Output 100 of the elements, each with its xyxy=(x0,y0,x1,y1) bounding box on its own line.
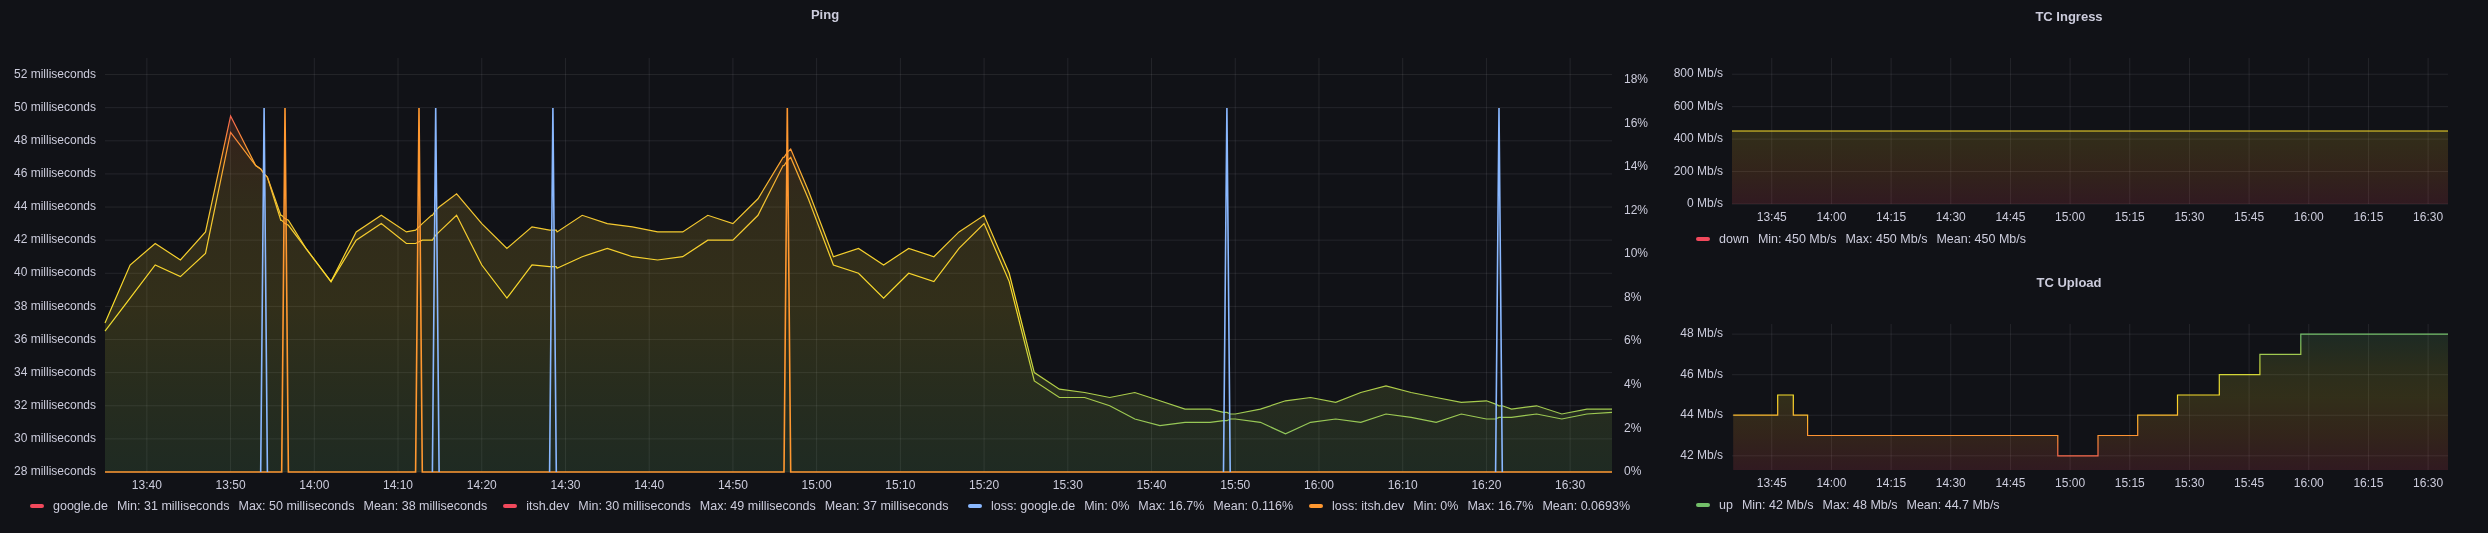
axis-label: 13:45 xyxy=(1756,210,1787,225)
axis-label: 32 milliseconds xyxy=(13,397,96,412)
panel-title: TC Ingress xyxy=(2035,8,2103,24)
axis-label: 14:45 xyxy=(1995,210,2026,225)
axis-label: 16:20 xyxy=(1471,478,1502,492)
axis-label: 14:45 xyxy=(1995,476,2026,491)
axis-label: 15:40 xyxy=(1136,478,1167,492)
axis-label: 15:10 xyxy=(885,478,916,492)
legend-label[interactable]: up xyxy=(1719,498,1733,512)
axis-label: 44 Mb/s xyxy=(1680,407,1723,422)
axis-label: 10% xyxy=(1624,246,1649,261)
axis-label: 15:50 xyxy=(1220,478,1251,492)
axis-label: 14:00 xyxy=(299,478,330,492)
axis-label: 16:00 xyxy=(2293,210,2324,225)
axis-label: 28 milliseconds xyxy=(13,464,96,479)
axis-label: 15:45 xyxy=(2234,476,2265,491)
legend-label[interactable]: loss: itsh.dev xyxy=(1332,499,1405,513)
axis-label: 4% xyxy=(1624,377,1642,391)
legend-label[interactable]: google.de xyxy=(53,499,108,513)
axis-label: 15:15 xyxy=(2114,210,2145,225)
axis-label: 200 Mb/s xyxy=(1673,163,1723,178)
axis-label: 14:15 xyxy=(1876,210,1907,225)
axis-label: 15:30 xyxy=(2174,476,2205,491)
legend-stat: Min: 450 Mb/s xyxy=(1757,232,1837,246)
legend-stat: Max: 16.7% xyxy=(1138,499,1205,513)
axis-label: 34 milliseconds xyxy=(13,364,96,379)
axis-label: 15:45 xyxy=(2234,210,2265,225)
legend-stat: Min: 30 milliseconds xyxy=(578,499,691,513)
axis-label: 16:30 xyxy=(2413,210,2444,225)
axis-label: 15:00 xyxy=(2055,476,2086,491)
axis-label: 0 Mb/s xyxy=(1687,196,1723,211)
legend-stat: Min: 42 Mb/s xyxy=(1741,498,1814,512)
axis-label: 16% xyxy=(1624,115,1649,130)
legend-stat: Mean: 44.7 Mb/s xyxy=(1906,498,2000,512)
axis-label: 16:10 xyxy=(1387,478,1418,492)
axis-label: 800 Mb/s xyxy=(1673,66,1723,81)
axis-label: 14:00 xyxy=(1816,210,1847,225)
axis-label: 14:30 xyxy=(1935,210,1966,225)
legend-stat: Mean: 0.116% xyxy=(1213,499,1293,513)
axis-label: 15:30 xyxy=(2174,210,2205,225)
axis-label: 2% xyxy=(1624,420,1642,435)
axis-label: 12% xyxy=(1624,202,1649,217)
axis-label: 8% xyxy=(1624,289,1642,304)
axis-label: 16:15 xyxy=(2353,476,2384,491)
axis-label: 14:40 xyxy=(634,478,665,492)
axis-label: 52 milliseconds xyxy=(13,66,96,81)
axis-label: 30 milliseconds xyxy=(13,431,96,446)
axis-label: 14% xyxy=(1624,159,1649,174)
axis-label: 16:00 xyxy=(1303,478,1334,492)
axis-label: 15:00 xyxy=(2055,210,2086,225)
axis-label: 14:15 xyxy=(1876,476,1907,491)
legend-stat: Mean: 38 milliseconds xyxy=(363,499,488,513)
axis-label: 48 Mb/s xyxy=(1680,326,1723,341)
legend-stat: Max: 48 Mb/s xyxy=(1822,498,1898,512)
axis-label: 16:15 xyxy=(2353,210,2384,225)
axis-label: 6% xyxy=(1624,333,1642,348)
axis-label: 15:20 xyxy=(969,478,1000,492)
axis-label: 14:20 xyxy=(466,478,497,492)
legend-label[interactable]: loss: google.de xyxy=(991,499,1076,513)
legend-stat: Max: 49 milliseconds xyxy=(699,499,816,513)
axis-label: 13:45 xyxy=(1756,476,1787,491)
axis-label: 14:50 xyxy=(717,478,748,492)
legend-stat: Max: 16.7% xyxy=(1467,499,1534,513)
axis-label: 42 milliseconds xyxy=(13,232,96,247)
axis-label: 14:10 xyxy=(383,478,414,492)
axis-label: 14:00 xyxy=(1816,476,1847,491)
legend-stat: Mean: 0.0693% xyxy=(1542,499,1630,513)
legend-stat: Min: 0% xyxy=(1413,499,1459,513)
panel-title: Ping xyxy=(810,6,840,22)
legend-label[interactable]: itsh.dev xyxy=(526,499,570,513)
legend-label[interactable]: down xyxy=(1719,232,1749,246)
legend-stat: Max: 450 Mb/s xyxy=(1845,232,1928,246)
axis-label: 400 Mb/s xyxy=(1673,131,1723,146)
legend-stat: Max: 50 milliseconds xyxy=(238,499,355,513)
axis-label: 38 milliseconds xyxy=(13,298,96,313)
axis-label: 42 Mb/s xyxy=(1680,448,1723,462)
axis-label: 44 milliseconds xyxy=(13,199,96,214)
axis-label: 18% xyxy=(1624,71,1649,86)
axis-label: 16:30 xyxy=(2413,476,2444,491)
axis-label: 15:30 xyxy=(1052,478,1083,492)
axis-label: 14:30 xyxy=(1935,476,1966,491)
axis-label: 46 Mb/s xyxy=(1680,366,1723,381)
axis-label: 13:50 xyxy=(215,478,246,492)
axis-label: 13:40 xyxy=(131,478,162,492)
axis-label: 15:00 xyxy=(801,478,832,492)
axis-label: 50 milliseconds xyxy=(13,99,96,114)
axis-label: 46 milliseconds xyxy=(13,166,96,181)
legend-stat: Mean: 450 Mb/s xyxy=(1936,232,2027,246)
axis-label: 600 Mb/s xyxy=(1673,98,1723,113)
axis-label: 40 milliseconds xyxy=(13,265,96,280)
legend-stat: Min: 31 milliseconds xyxy=(116,499,230,513)
legend-stat: Min: 0% xyxy=(1084,499,1130,513)
axis-label: 14:30 xyxy=(550,478,581,492)
axis-label: 16:30 xyxy=(1555,478,1586,492)
axis-label: 48 milliseconds xyxy=(13,132,96,147)
axis-label: 0% xyxy=(1624,464,1642,479)
axis-label: 16:00 xyxy=(2293,476,2324,491)
panel-title: TC Upload xyxy=(2036,274,2102,290)
axis-label: 36 milliseconds xyxy=(13,331,96,346)
legend-stat: Mean: 37 milliseconds xyxy=(824,499,949,513)
